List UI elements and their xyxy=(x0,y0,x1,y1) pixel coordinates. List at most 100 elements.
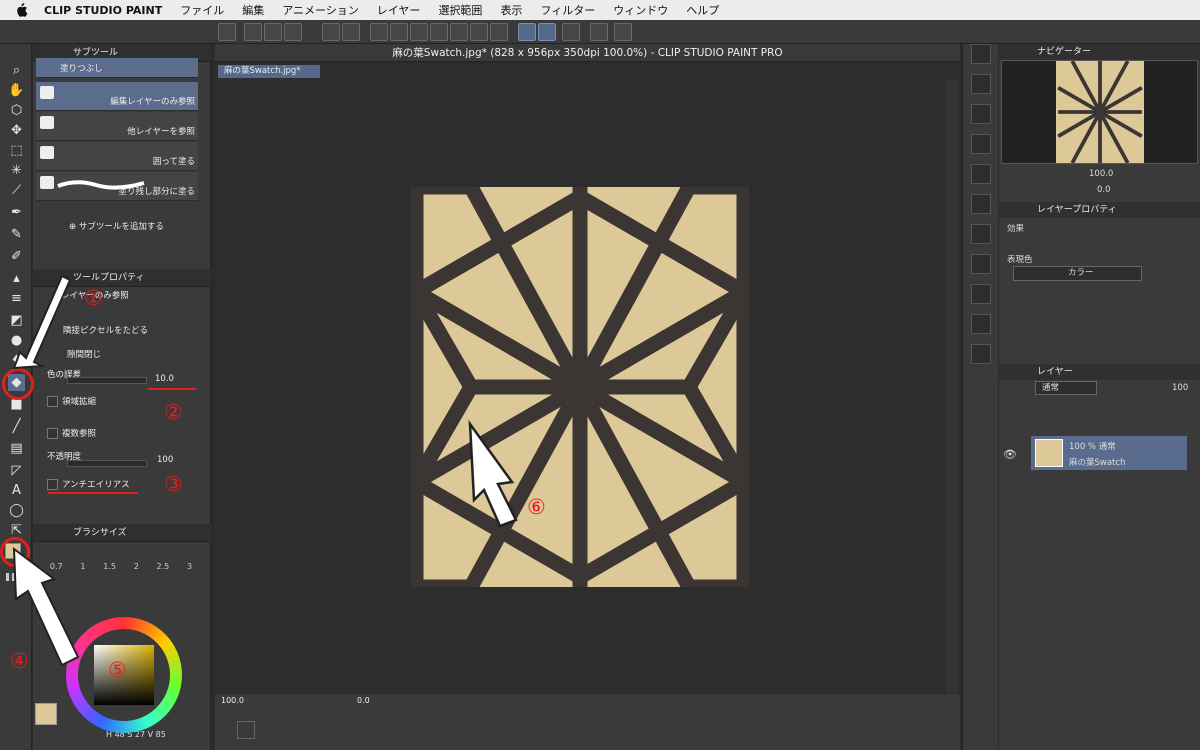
snap-special-ruler-icon[interactable] xyxy=(538,23,556,41)
fill-icon[interactable] xyxy=(410,23,428,41)
undo-icon[interactable] xyxy=(322,23,340,41)
area-scaling-option[interactable]: 領域拡縮 xyxy=(47,395,96,407)
document-title: 麻の葉Swatch.jpg* (828 x 956px 350dpi 100.0… xyxy=(215,44,960,62)
snap-grid-icon[interactable] xyxy=(562,23,580,41)
add-subtool-button[interactable]: ⊕ サブツールを追加する xyxy=(69,220,164,232)
smartphone-icon[interactable] xyxy=(590,23,608,41)
open-file-icon[interactable] xyxy=(264,23,282,41)
selection-icon[interactable]: ⬚ xyxy=(8,142,25,159)
save-icon[interactable] xyxy=(284,23,302,41)
material-icon-1[interactable] xyxy=(971,74,991,94)
menu-view[interactable]: 表示 xyxy=(500,2,522,18)
clear-outside-icon[interactable] xyxy=(390,23,408,41)
brush-size-item[interactable]: 2.5 xyxy=(157,562,170,571)
selection-border-icon[interactable] xyxy=(490,23,508,41)
clear-icon[interactable] xyxy=(370,23,388,41)
clip-studio-icon[interactable] xyxy=(218,23,236,41)
subtool-item-refer-other[interactable]: 他レイヤーを参照 xyxy=(36,112,198,141)
ruler-icon[interactable]: ◸ xyxy=(8,462,25,479)
subtool-item-fill[interactable]: 塗りつぶし xyxy=(36,58,198,78)
menu-filter[interactable]: フィルター xyxy=(540,2,595,18)
subtool-item-label: 塗りつぶし xyxy=(60,64,103,74)
deselect-icon[interactable] xyxy=(450,23,468,41)
figure-icon[interactable]: ╱ xyxy=(8,418,25,435)
transform-icon[interactable] xyxy=(430,23,448,41)
opacity-value[interactable]: 100 xyxy=(157,455,173,465)
color-icon-main[interactable] xyxy=(35,703,57,725)
material-icon-3[interactable] xyxy=(971,134,991,154)
pencil-icon[interactable]: ✎ xyxy=(8,226,25,243)
navigator-zoom[interactable]: 100.0 xyxy=(1089,169,1113,179)
fill-bucket-icon xyxy=(40,86,54,99)
canvas-vertical-scrollbar[interactable] xyxy=(946,79,958,693)
layer-opacity-value[interactable]: 100 xyxy=(1172,383,1188,393)
menu-file[interactable]: ファイル xyxy=(180,2,224,18)
navigator-thumbnail xyxy=(1056,61,1144,163)
brush-icon[interactable]: ✐ xyxy=(8,248,25,265)
menu-animation[interactable]: アニメーション xyxy=(282,2,359,18)
layout-icon[interactable] xyxy=(237,721,255,739)
rotation-value[interactable]: 0.0 xyxy=(357,696,370,705)
auto-select-icon[interactable]: ✳ xyxy=(8,162,25,179)
frame-icon[interactable]: ▤ xyxy=(8,440,25,457)
material-icon-7[interactable] xyxy=(971,254,991,274)
subtool-item-edit-layer[interactable]: 編集レイヤーのみ参照 xyxy=(36,82,198,111)
multi-ref-option[interactable]: 複数参照 xyxy=(47,427,96,439)
menu-window[interactable]: ウィンドウ xyxy=(613,2,668,18)
opacity-slider[interactable] xyxy=(67,460,147,467)
multi-ref-checkbox[interactable] xyxy=(47,428,58,439)
operation-icon[interactable]: ⬡ xyxy=(8,102,25,119)
material-icon-5[interactable] xyxy=(971,194,991,214)
menu-help[interactable]: ヘルプ xyxy=(686,2,719,18)
area-scaling-checkbox[interactable] xyxy=(47,396,58,407)
hand-icon[interactable]: ✋ xyxy=(8,82,25,99)
navigator-preview[interactable] xyxy=(1001,60,1198,164)
eye-icon[interactable]: 👁 xyxy=(1003,448,1017,461)
document-tab[interactable]: 麻の葉Swatch.jpg* xyxy=(218,65,320,78)
snap-ruler-icon[interactable] xyxy=(518,23,536,41)
subtool-item-label: 編集レイヤーのみ参照 xyxy=(110,97,195,107)
navigator-rotation[interactable]: 0.0 xyxy=(1097,185,1111,195)
app-name[interactable]: CLIP STUDIO PAINT xyxy=(44,4,162,17)
text-icon[interactable]: A xyxy=(8,482,25,499)
color-margin-value[interactable]: 10.0 xyxy=(155,374,174,384)
pen-icon[interactable]: ✒ xyxy=(8,204,25,221)
layer-property-title: レイヤープロパティ xyxy=(999,202,1200,218)
material-icon-10[interactable] xyxy=(971,344,991,364)
magnifier-icon[interactable]: ⌕ xyxy=(8,62,25,79)
material-icon-4[interactable] xyxy=(971,164,991,184)
antialias-option[interactable]: アンチエイリアス xyxy=(47,478,130,490)
expression-select[interactable]: カラー xyxy=(1013,266,1142,281)
subtool-item-paint-unfilled[interactable]: 塗り残し部分に塗る xyxy=(36,172,198,201)
brush-size-item[interactable]: 3 xyxy=(187,562,192,571)
help-icon[interactable] xyxy=(614,23,632,41)
blend-mode-select[interactable]: 通常 xyxy=(1035,381,1097,395)
material-icon-9[interactable] xyxy=(971,314,991,334)
search-icon[interactable] xyxy=(971,44,991,64)
invert-selection-icon[interactable] xyxy=(470,23,488,41)
move-icon[interactable]: ✥ xyxy=(8,122,25,139)
canvas-window: 麻の葉Swatch.jpg* (828 x 956px 350dpi 100.0… xyxy=(215,44,960,709)
eyedropper-icon[interactable]: ⟋ xyxy=(8,182,25,199)
menu-selection[interactable]: 選択範囲 xyxy=(438,2,482,18)
layer-row[interactable]: 100 % 通常 麻の葉Swatch xyxy=(1031,436,1187,470)
brush-size-item[interactable]: 2 xyxy=(134,562,139,571)
menu-edit[interactable]: 編集 xyxy=(242,2,264,18)
new-file-icon[interactable] xyxy=(244,23,262,41)
subtool-item-enclose[interactable]: 囲って塗る xyxy=(36,142,198,171)
fill-bucket-icon xyxy=(40,146,54,159)
material-icon-2[interactable] xyxy=(971,104,991,124)
balloon-icon[interactable]: ◯ xyxy=(8,502,25,519)
zoom-value[interactable]: 100.0 xyxy=(221,696,244,705)
command-bar xyxy=(0,20,1200,44)
brush-size-item[interactable]: 1.5 xyxy=(103,562,116,571)
menu-layer[interactable]: レイヤー xyxy=(377,2,421,18)
subtool-item-label: 塗り残し部分に塗る xyxy=(118,187,195,197)
layer-thumbnail xyxy=(1035,439,1063,467)
annotation-5: ⑤ xyxy=(108,658,127,682)
material-icon-6[interactable] xyxy=(971,224,991,244)
redo-icon[interactable] xyxy=(342,23,360,41)
antialias-checkbox[interactable] xyxy=(47,479,58,490)
apple-icon[interactable] xyxy=(14,3,28,17)
material-icon-8[interactable] xyxy=(971,284,991,304)
